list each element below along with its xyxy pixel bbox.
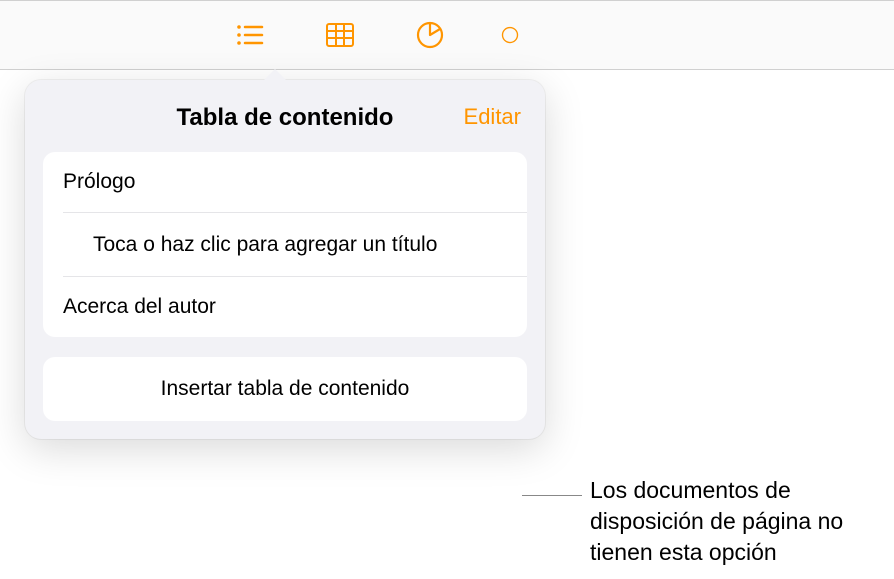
callout-line	[522, 495, 582, 496]
toc-item[interactable]: Toca o haz clic para agregar un título	[43, 213, 527, 276]
toolbar	[0, 0, 894, 70]
popover-title: Tabla de contenido	[177, 104, 394, 132]
toc-item[interactable]: Acerca del autor	[43, 277, 527, 337]
toc-list: Prólogo Toca o haz clic para agregar un …	[43, 152, 527, 337]
list-icon[interactable]	[230, 15, 270, 55]
toc-item[interactable]: Prólogo	[43, 152, 527, 212]
popover-header: Tabla de contenido Editar	[43, 98, 527, 152]
callout-text: Los documentos de disposición de página …	[590, 475, 894, 568]
chart-icon[interactable]	[410, 15, 450, 55]
toc-popover: Tabla de contenido Editar Prólogo Toca o…	[25, 80, 545, 439]
insert-toc-button[interactable]: Insertar tabla de contenido	[43, 357, 527, 421]
edit-button[interactable]: Editar	[464, 104, 521, 130]
table-icon[interactable]	[320, 15, 360, 55]
popover-arrow	[263, 69, 287, 81]
shape-icon[interactable]	[500, 15, 520, 55]
